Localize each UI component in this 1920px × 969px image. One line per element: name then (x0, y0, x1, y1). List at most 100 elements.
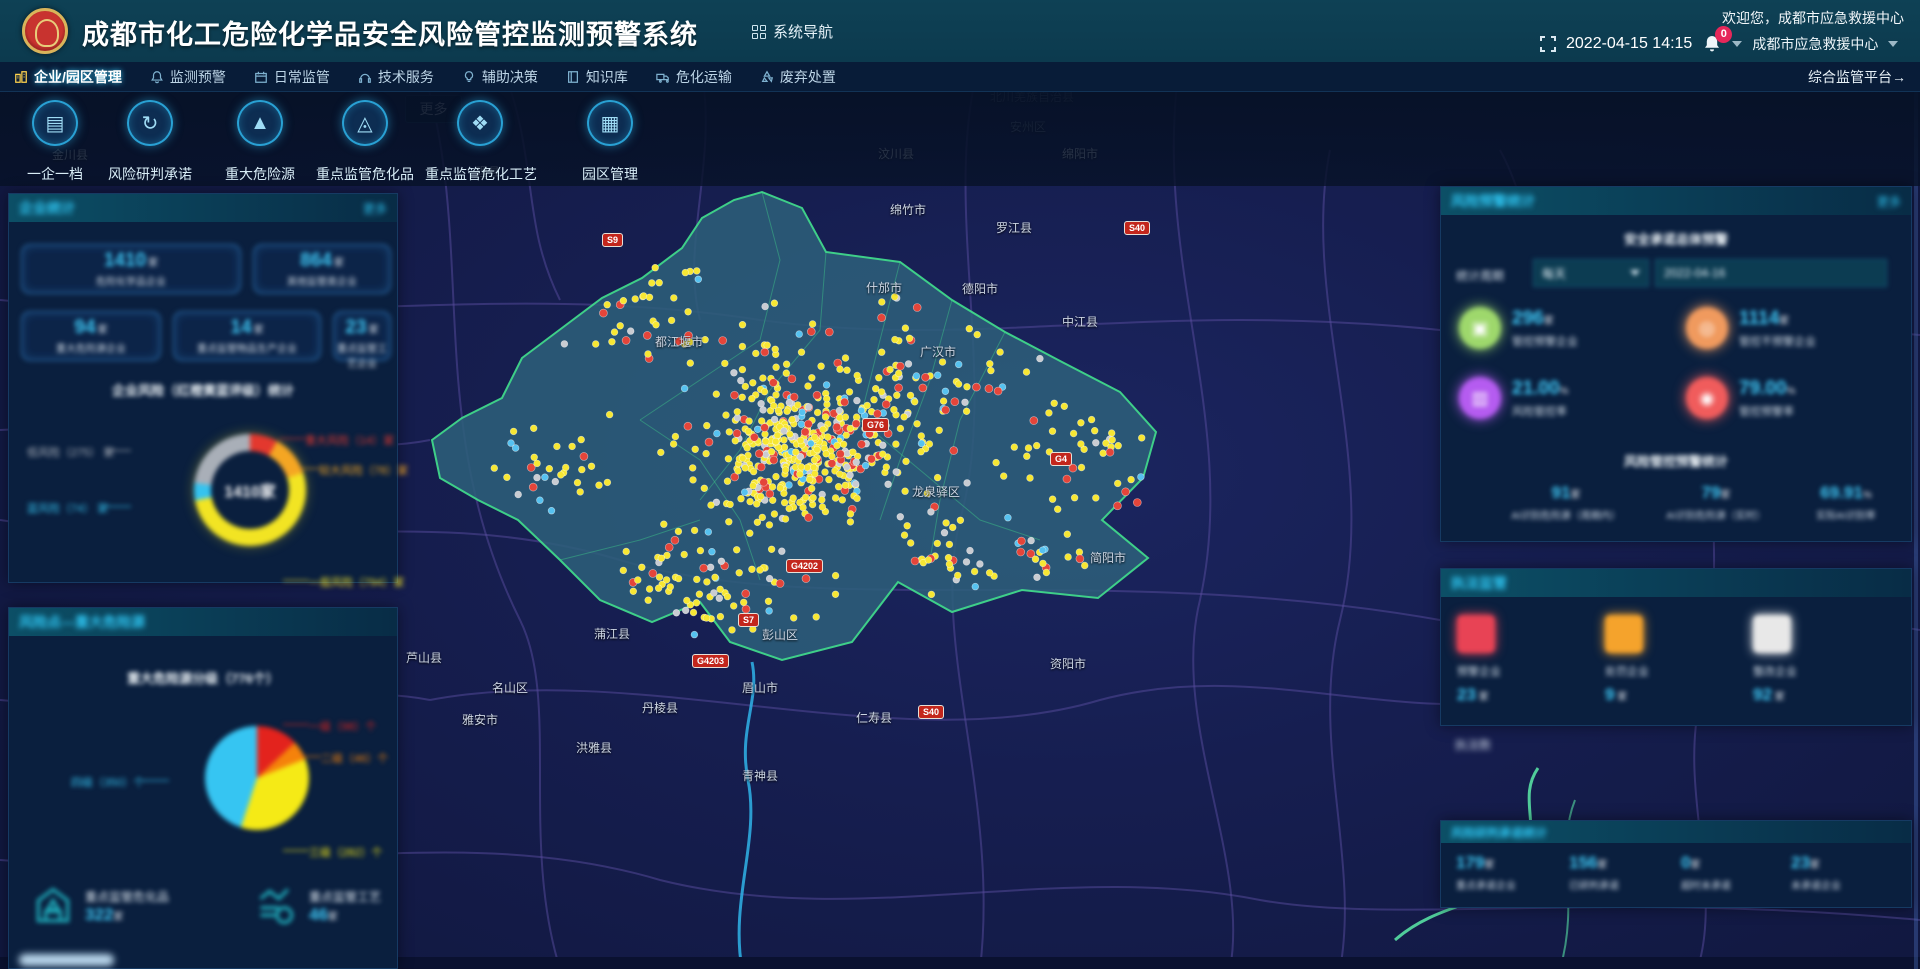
risk-donut-chart: 1410家 (194, 434, 306, 546)
panel-title: 风险预警统计 (1451, 191, 1535, 211)
nav-item-label: 监测预警 (170, 67, 226, 87)
stat-box-chem[interactable]: 1410家危险化学品企业 (21, 244, 241, 294)
nav-item-1[interactable]: 监测预警 (136, 62, 240, 92)
enforce-label: 预警企业 (1457, 663, 1501, 679)
scrollbar[interactable] (1914, 92, 1918, 969)
enforce-value: 92 家 (1753, 685, 1797, 705)
commit-item-0: 179家重点承诺企业 (1456, 853, 1561, 892)
nav-item-4[interactable]: 辅助决策 (448, 62, 552, 92)
app-header: 成都市化工危险化学品安全风险管控监测预警系统 系统导航 欢迎您，成都市应急救援中… (0, 0, 1920, 62)
nav-item-3[interactable]: 技术服务 (344, 62, 448, 92)
fullscreen-icon[interactable] (1540, 36, 1556, 52)
period-select[interactable]: 每天 (1533, 259, 1649, 287)
map-label-简阳市: 简阳市 (1090, 549, 1126, 566)
subnav-item-label: 风险研判承诺 (95, 164, 205, 184)
mini-unit: 家 (1720, 490, 1730, 501)
rstat-value: 296家 (1512, 308, 1578, 330)
stat-box-process[interactable]: 23家重点监管工艺企业 (333, 311, 391, 361)
hazard-pie-chart (205, 726, 309, 830)
map-label-雅安市: 雅安市 (462, 711, 498, 728)
rstat-icon: ◎ (1686, 307, 1728, 349)
panel-title: 风险点—重大危险源 (19, 612, 145, 632)
map-label-芦山县: 芦山县 (406, 649, 442, 666)
nav-item-6[interactable]: 危化运输 (642, 62, 746, 92)
subtitle2: 风险管控预警统计 (1441, 451, 1911, 470)
subnav-item-3[interactable]: ◬重点监管危化品 (310, 100, 420, 184)
road-badge-S40: S40 (918, 705, 944, 719)
stat-unit: 家 (369, 325, 379, 336)
datetime: 2022-04-15 14:15 (1566, 35, 1692, 53)
more-link[interactable]: 更多 (1877, 193, 1901, 210)
stat-label: 其他监管类企业 (254, 273, 390, 288)
nav-item-2[interactable]: 日常监管 (240, 62, 344, 92)
more-link[interactable]: 更多 (363, 200, 387, 217)
subnav-item-1[interactable]: ↻风险研判承诺 (95, 100, 205, 184)
panel-title: 风险研判承诺统计 (1451, 824, 1547, 841)
panel-header: 风险点—重大危险源 (9, 608, 397, 636)
road-badge-S9: S9 (602, 233, 623, 247)
truck-icon (656, 70, 670, 84)
stat-unit: 家 (98, 325, 108, 336)
bell-icon (150, 70, 164, 84)
panel-content: 预警企业23 家处罚企业9 家整改企业92 家 (1441, 597, 1911, 725)
metric-text: 重点监管工艺46家 (309, 888, 381, 925)
subnav-item-5[interactable]: ▦园区管理 (555, 100, 665, 184)
mini-unit: % (1863, 490, 1872, 501)
stat-box-other[interactable]: 864家其他监管类企业 (253, 244, 391, 294)
chevron-down-icon[interactable] (1888, 41, 1898, 47)
map-label-中江县: 中江县 (1062, 313, 1098, 330)
commit-label: 未承诺企业 (1791, 877, 1896, 892)
rstat-icon: ▣ (1459, 307, 1501, 349)
headset-icon (358, 70, 372, 84)
nav-item-5[interactable]: 知识库 (552, 62, 642, 92)
system-nav-link[interactable]: 系统导航 (752, 21, 833, 42)
header-right: 2022-04-15 14:15 0 成都市应急救援中心 (1540, 34, 1898, 54)
date-input[interactable]: 2022-04-16 (1655, 259, 1887, 287)
map-label-丹棱县: 丹棱县 (642, 699, 678, 716)
legend-line (105, 506, 131, 507)
map-label-彭山区: 彭山区 (762, 626, 798, 643)
metric-value: 322家 (85, 905, 169, 925)
nav-item-0[interactable]: 企业/园区管理 (0, 62, 136, 92)
nav-item-label: 知识库 (586, 67, 628, 87)
subnav-item-label: 一企一档 (0, 164, 110, 184)
map-overlay-label: 执法数 (1455, 736, 1491, 753)
notification-bell[interactable]: 0 (1702, 34, 1722, 54)
enforce-item-1: 处罚企业9 家 (1605, 615, 1649, 705)
chevron-down-icon (1630, 270, 1640, 276)
map-label-罗江县: 罗江县 (996, 219, 1032, 236)
panel-header: 企业统计 更多 (9, 194, 397, 222)
metric-value: 46家 (309, 905, 381, 925)
nav-item-7[interactable]: 废弃处置 (746, 62, 850, 92)
subnav-item-4[interactable]: ❖重点监管危化工艺 (425, 100, 535, 184)
map-label-龙泉驿区: 龙泉驿区 (912, 483, 960, 500)
page-title: 成都市化工危险化学品安全风险管控监测预警系统 (82, 13, 698, 52)
platform-link[interactable]: 综合监管平台→ (1808, 62, 1906, 92)
chevron-down-icon[interactable] (1732, 41, 1742, 47)
grid-icon (752, 25, 766, 39)
blur-bar (19, 954, 114, 966)
stat-label: 重大危险源企业 (22, 340, 160, 355)
rstat-1: ◎1114家管控不预警企业 (1686, 307, 1816, 349)
enforce-unit: 家 (1476, 692, 1489, 703)
stat-value: 864家 (254, 250, 390, 272)
org-dropdown[interactable]: 成都市应急救援中心 (1752, 34, 1878, 54)
stat-box-hazard[interactable]: 94家重大危险源企业 (21, 311, 161, 361)
subnav-item-0[interactable]: ▤一企一档 (0, 100, 110, 184)
nav-item-label: 辅助决策 (482, 67, 538, 87)
stat-box-material[interactable]: 14家重点监管物品生产企业 (173, 311, 321, 361)
commit-value: 156家 (1569, 853, 1674, 873)
map-label-蒲江县: 蒲江县 (594, 625, 630, 642)
legend-line (283, 580, 309, 581)
system-nav-label: 系统导航 (773, 21, 833, 42)
rstat-value: 1114家 (1739, 308, 1816, 330)
hazard-icon: ▲ (237, 100, 283, 146)
panel-title: 执法监管 (1451, 573, 1507, 593)
commit-unit: 家 (1810, 860, 1820, 871)
road-badge-G4203: G4203 (692, 654, 729, 668)
mini-stat-1: 79家AI识别危险源（实时） (1656, 483, 1776, 522)
road-badge-G4202: G4202 (786, 559, 823, 573)
stat-value: 23家 (334, 317, 390, 339)
subnav-item-2[interactable]: ▲重大危险源 (205, 100, 315, 184)
legend-line (283, 850, 309, 851)
